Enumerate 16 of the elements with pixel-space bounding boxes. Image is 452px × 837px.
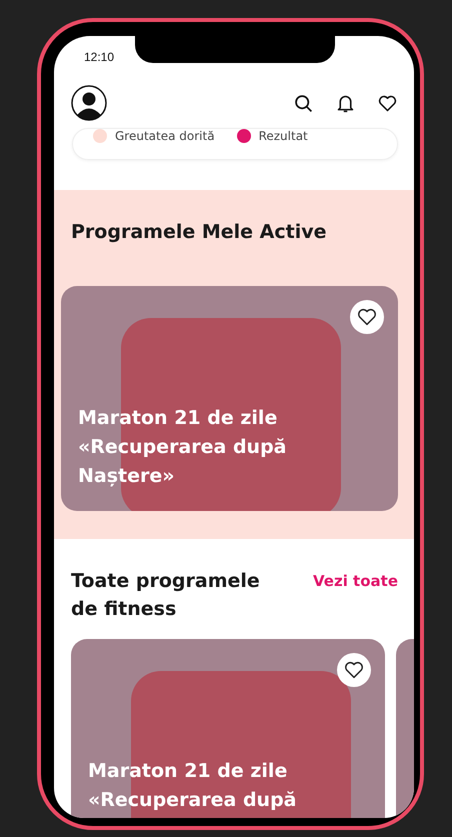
program-title: Maraton 21 de zile «Recuperarea după Naștere» xyxy=(78,406,288,489)
program-card[interactable]: Maraton 21 de zile «Recuperarea după xyxy=(71,639,385,818)
search-icon[interactable] xyxy=(293,92,314,114)
avatar-icon[interactable] xyxy=(71,85,107,121)
legend-label: Greutatea dorită xyxy=(115,129,215,143)
bell-icon[interactable] xyxy=(335,92,356,114)
heart-icon xyxy=(356,306,378,328)
program-card[interactable]: Maraton 21 de zile «Recuperarea după Naștere» xyxy=(61,286,398,511)
see-all-link[interactable]: Vezi toate xyxy=(313,567,398,595)
legend-label: Rezultat xyxy=(258,129,308,143)
heart-icon xyxy=(343,659,365,681)
section-title: Programele Mele Active xyxy=(70,220,328,245)
program-title: Maraton 21 de zile «Recuperarea după xyxy=(88,759,298,813)
status-time: 12:10 xyxy=(84,50,114,64)
heart-icon[interactable] xyxy=(377,92,398,114)
section-title: Toate programele de fitness xyxy=(71,569,261,622)
